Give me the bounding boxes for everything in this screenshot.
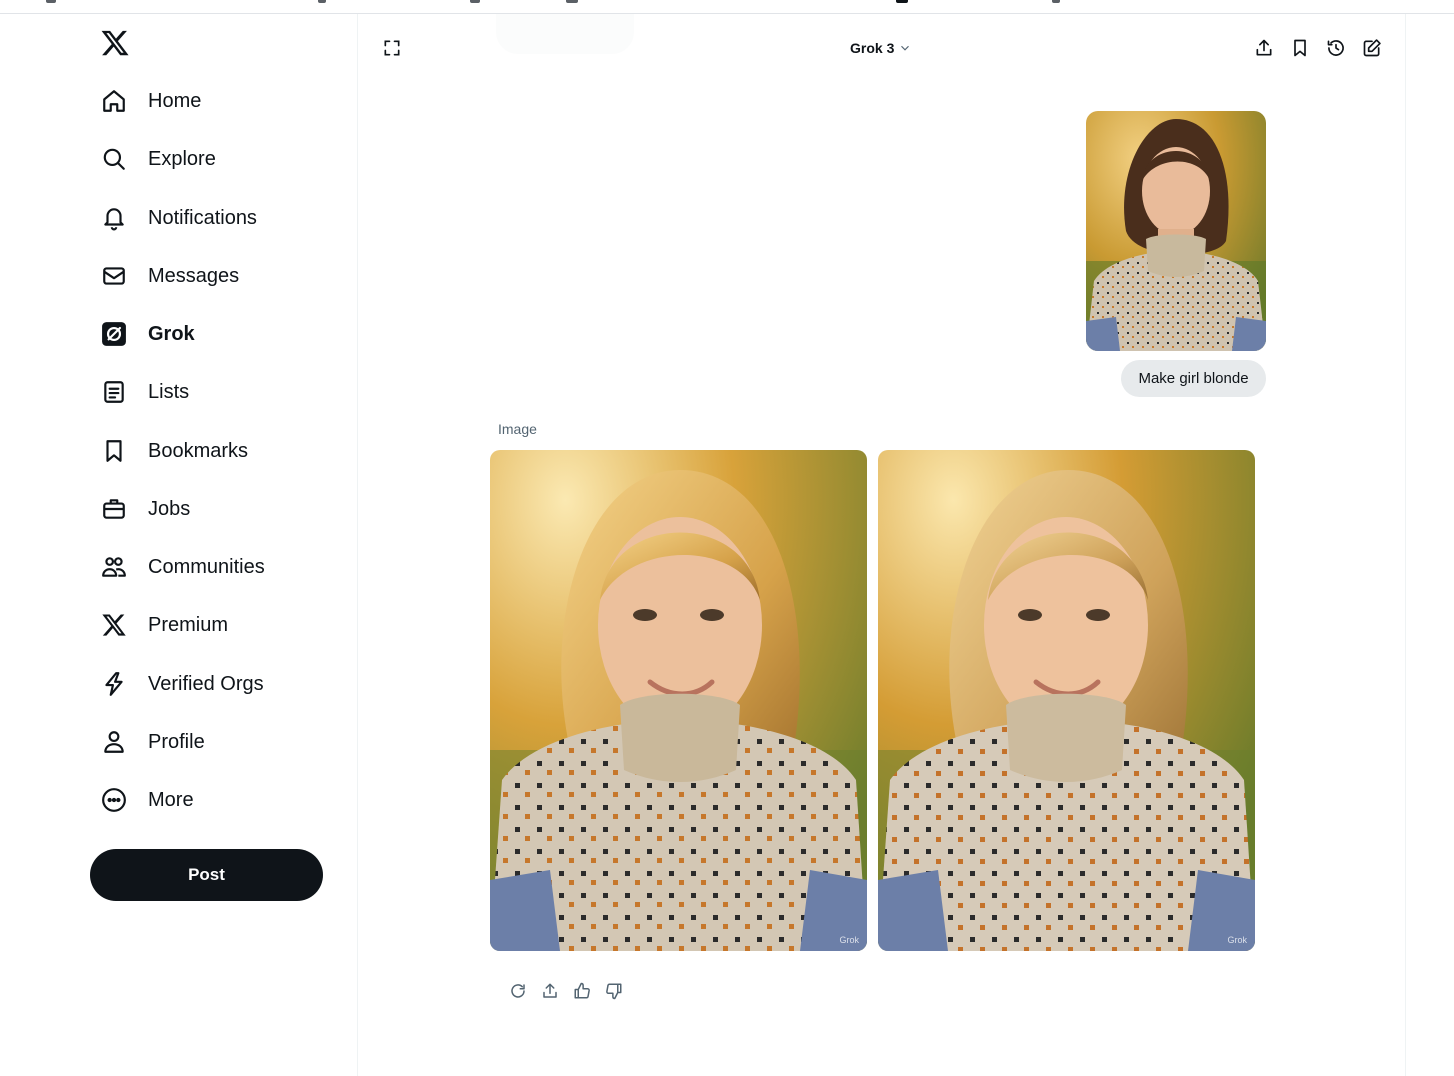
sidebar-item-home[interactable]: Home xyxy=(100,76,201,126)
person-icon xyxy=(100,728,128,756)
history-icon[interactable] xyxy=(1321,33,1351,63)
sidebar-item-label: More xyxy=(148,788,194,811)
user-uploaded-image[interactable] xyxy=(1086,111,1266,351)
model-name: Grok 3 xyxy=(850,40,895,56)
sidebar-item-explore[interactable]: Explore xyxy=(100,134,216,184)
sidebar-item-label: Lists xyxy=(148,380,190,403)
briefcase-icon xyxy=(100,495,128,523)
sidebar-item-label: Notifications xyxy=(148,206,257,229)
search-icon xyxy=(100,145,128,173)
x-logo-icon[interactable] xyxy=(100,28,130,58)
more-circle-icon xyxy=(100,786,128,814)
sidebar-item-messages[interactable]: Messages xyxy=(100,251,239,301)
expand-icon[interactable] xyxy=(377,33,407,63)
sidebar-item-label: Jobs xyxy=(148,497,191,520)
people-icon xyxy=(100,553,128,581)
mail-icon xyxy=(100,262,128,290)
bookmark-icon[interactable] xyxy=(1285,33,1315,63)
regenerate-icon[interactable] xyxy=(502,978,534,1004)
grok-chat-panel: Grok 3 Make girl blonde Image Grok Grok xyxy=(358,14,1406,1076)
grok-watermark: Grok xyxy=(839,935,859,945)
sidebar-item-more[interactable]: More xyxy=(100,775,194,825)
sidebar: Home Explore Notifications Messages Grok… xyxy=(0,14,358,1076)
home-icon xyxy=(100,87,128,115)
post-button[interactable]: Post xyxy=(90,849,323,901)
sidebar-item-label: Grok xyxy=(148,322,195,345)
faded-tab xyxy=(496,14,634,54)
sidebar-item-label: Profile xyxy=(148,730,205,753)
sidebar-item-verified-orgs[interactable]: Verified Orgs xyxy=(100,659,264,709)
model-selector[interactable]: Grok 3 xyxy=(850,36,912,60)
sidebar-item-jobs[interactable]: Jobs xyxy=(100,484,190,534)
sidebar-item-bookmarks[interactable]: Bookmarks xyxy=(100,426,248,476)
browser-top-strip xyxy=(0,0,1454,14)
sidebar-item-lists[interactable]: Lists xyxy=(100,367,189,417)
sidebar-item-label: Home xyxy=(148,89,202,112)
generated-image[interactable]: Grok xyxy=(490,450,867,951)
list-icon xyxy=(100,378,128,406)
bookmark-icon xyxy=(100,437,128,465)
lightning-icon xyxy=(100,670,128,698)
bell-icon xyxy=(100,204,128,232)
sidebar-item-label: Explore xyxy=(148,147,216,170)
grok-icon xyxy=(100,320,128,348)
share-icon[interactable] xyxy=(534,978,566,1004)
grok-watermark: Grok xyxy=(1227,935,1247,945)
user-message-bubble: Make girl blonde xyxy=(1121,360,1266,397)
sidebar-item-premium[interactable]: Premium xyxy=(100,600,228,650)
sidebar-item-label: Messages xyxy=(148,264,240,287)
x-icon xyxy=(100,611,128,639)
sidebar-item-label: Premium xyxy=(148,613,229,636)
response-label: Image xyxy=(498,421,537,437)
sidebar-item-profile[interactable]: Profile xyxy=(100,717,205,767)
sidebar-item-label: Verified Orgs xyxy=(148,672,264,695)
sidebar-item-communities[interactable]: Communities xyxy=(100,542,265,592)
thumbs-up-icon[interactable] xyxy=(566,978,598,1004)
sidebar-item-label: Bookmarks xyxy=(148,439,249,462)
sidebar-item-notifications[interactable]: Notifications xyxy=(100,193,257,243)
new-chat-icon[interactable] xyxy=(1357,33,1387,63)
generated-image[interactable]: Grok xyxy=(878,450,1255,951)
response-actions xyxy=(502,978,630,1004)
share-icon[interactable] xyxy=(1249,33,1279,63)
thumbs-down-icon[interactable] xyxy=(598,978,630,1004)
sidebar-item-label: Communities xyxy=(148,555,265,578)
sidebar-item-grok[interactable]: Grok xyxy=(100,309,195,359)
chevron-down-icon xyxy=(901,45,910,51)
